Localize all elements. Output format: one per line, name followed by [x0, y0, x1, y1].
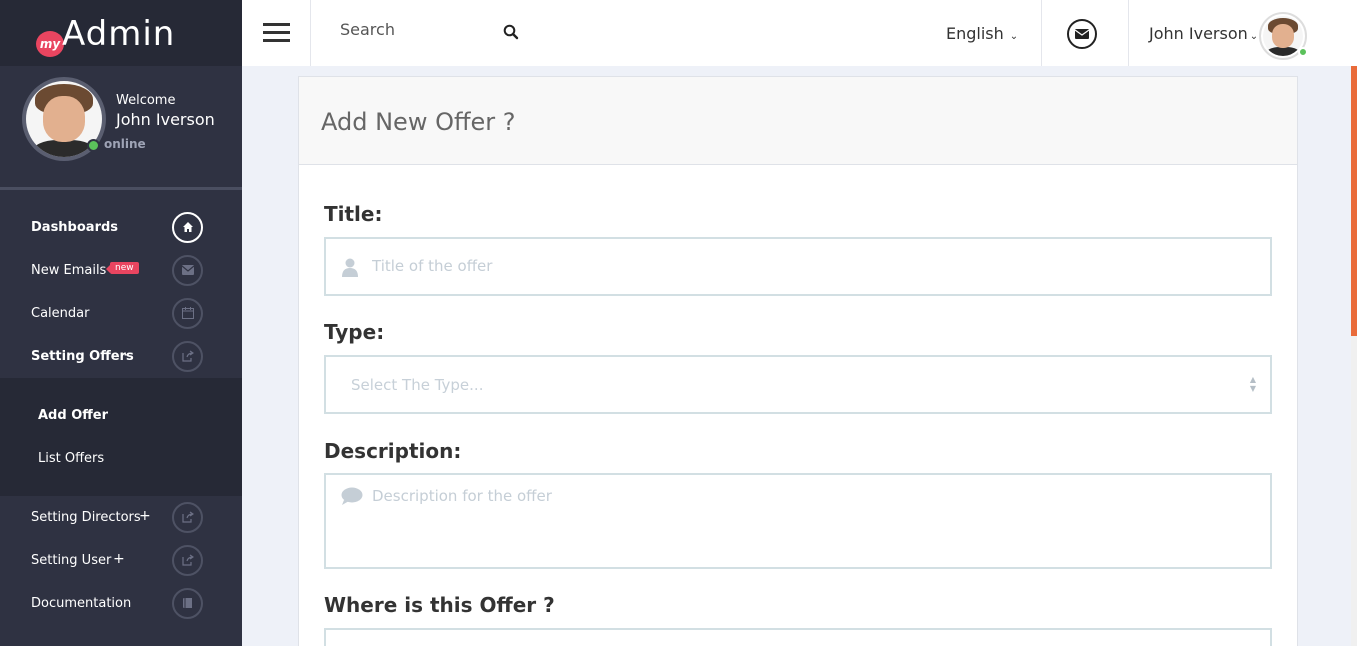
page-title: Add New Offer ?	[321, 108, 516, 136]
sidebar-item-label: Setting Directors	[31, 510, 141, 525]
online-status-dot	[1298, 47, 1308, 57]
mail-icon[interactable]	[1067, 19, 1097, 49]
sidebar-item-new-emails[interactable]: New Emails new	[0, 249, 242, 292]
language-selector[interactable]: English ⌄	[946, 24, 1018, 43]
add-offer-panel: Add New Offer ? Title: Type: Select The …	[298, 76, 1298, 646]
sidebar-subitem-add-offer[interactable]: Add Offer	[38, 408, 108, 423]
logo-badge: my	[36, 31, 64, 57]
share-icon	[172, 341, 203, 372]
language-label: English	[946, 24, 1004, 43]
sidebar-item-documentation[interactable]: Documentation	[0, 582, 242, 625]
sidebar: my Admin Welcome John Iverson online Das…	[0, 0, 242, 646]
sidebar-item-dashboards[interactable]: Dashboards	[0, 206, 242, 249]
setting-offers-submenu: Add Offer List Offers	[0, 378, 242, 496]
description-label: Description:	[324, 439, 462, 463]
calendar-icon	[172, 298, 203, 329]
sidebar-item-calendar[interactable]: Calendar	[0, 292, 242, 335]
envelope-icon	[172, 255, 203, 286]
home-icon	[172, 212, 203, 243]
profile-card: Welcome John Iverson online	[0, 66, 242, 190]
title-field[interactable]	[324, 237, 1272, 296]
online-status-dot	[87, 139, 100, 152]
header-avatar[interactable]	[1259, 12, 1308, 60]
welcome-text: Welcome	[116, 93, 176, 108]
scrollbar-thumb[interactable]	[1351, 66, 1357, 336]
sidebar-item-setting-user[interactable]: Setting User +	[0, 539, 242, 582]
brand-logo[interactable]: my Admin	[0, 0, 242, 66]
user-icon	[341, 257, 359, 281]
sidebar-subitem-list-offers[interactable]: List Offers	[38, 451, 104, 466]
profile-name: John Iverson	[116, 110, 215, 129]
where-field[interactable]	[324, 628, 1272, 646]
type-select[interactable]: Select The Type... ▲ ▼	[324, 355, 1272, 414]
select-arrows-icon: ▲ ▼	[1249, 375, 1256, 393]
sidebar-item-label: Documentation	[31, 596, 132, 611]
sidebar-item-label: Setting User	[31, 553, 112, 568]
chevron-down-icon: ⌄	[1249, 31, 1259, 42]
expand-sign: +	[113, 551, 125, 567]
type-select-value: Select The Type...	[351, 376, 484, 394]
panel-header: Add New Offer ?	[299, 77, 1297, 165]
search-input[interactable]	[340, 20, 490, 39]
sidebar-item-label: Setting Offers	[31, 349, 134, 364]
search-icon[interactable]	[503, 24, 519, 40]
page-scrollbar[interactable]	[1351, 66, 1357, 646]
description-input[interactable]	[372, 487, 1252, 557]
share-icon	[172, 502, 203, 533]
sidebar-nav: Dashboards New Emails new Calendar Setti…	[0, 206, 242, 625]
collapse-sign: -	[124, 347, 130, 363]
title-label: Title:	[324, 202, 383, 226]
where-label: Where is this Offer ?	[324, 593, 555, 617]
sidebar-item-setting-directors[interactable]: Setting Directors +	[0, 496, 242, 539]
sidebar-item-label: Dashboards	[31, 220, 119, 235]
comment-icon	[341, 487, 363, 509]
type-label: Type:	[324, 320, 385, 344]
top-header: English⌄ John Iverson⌄	[242, 0, 1357, 66]
sidebar-item-label: New Emails	[31, 263, 107, 278]
description-field[interactable]	[324, 473, 1272, 569]
logo-text: Admin	[62, 14, 176, 54]
status-text: online	[104, 137, 146, 151]
book-icon	[172, 588, 203, 619]
menu-toggle-icon[interactable]	[263, 23, 290, 42]
header-user-name: John Iverson	[1149, 24, 1248, 43]
share-icon	[172, 545, 203, 576]
new-badge: new	[106, 262, 139, 274]
sidebar-item-label: Calendar	[31, 306, 90, 321]
expand-sign: +	[139, 508, 151, 524]
user-menu[interactable]: John Iverson ⌄	[1149, 24, 1258, 43]
sidebar-item-setting-offers[interactable]: Setting Offers -	[0, 335, 242, 378]
title-input[interactable]	[372, 257, 1252, 275]
chevron-down-icon: ⌄	[1009, 31, 1019, 42]
